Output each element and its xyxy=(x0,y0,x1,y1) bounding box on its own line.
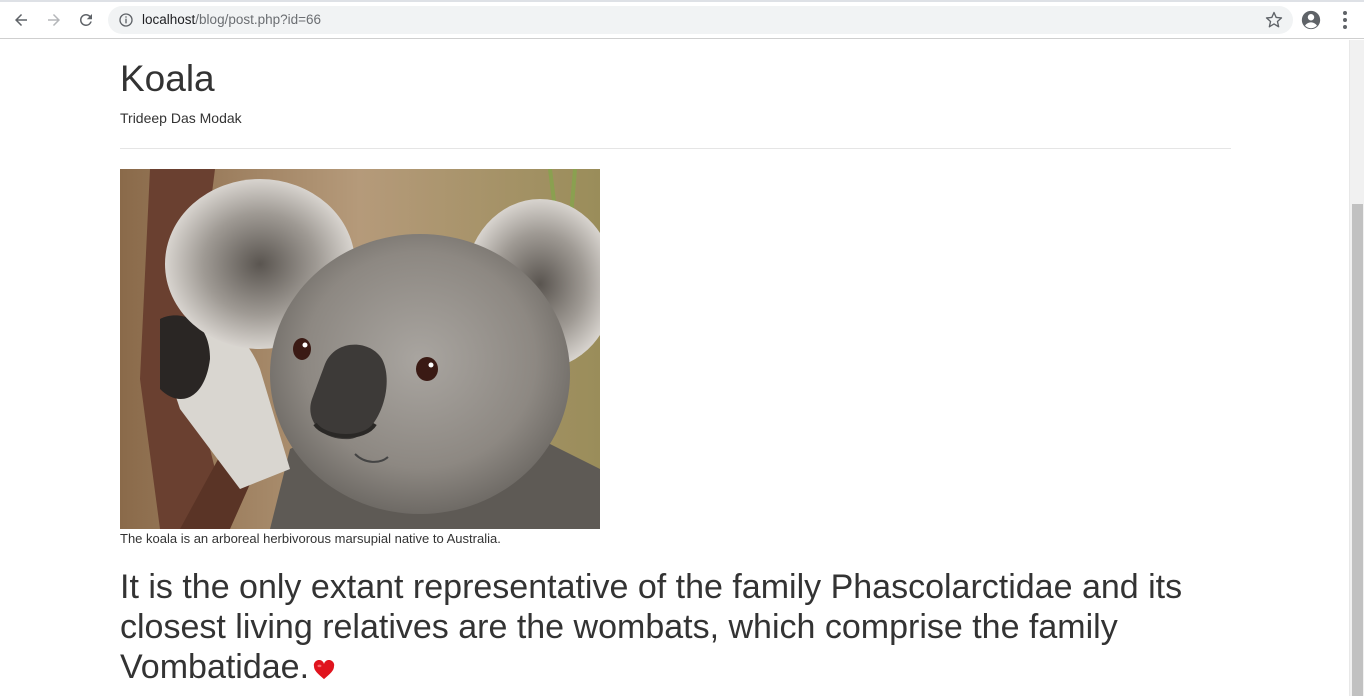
post-title: Koala xyxy=(120,58,215,99)
reload-icon xyxy=(80,13,92,26)
vertical-scrollbar[interactable] xyxy=(1349,40,1364,696)
back-button[interactable] xyxy=(7,6,35,34)
image-caption: The koala is an arboreal herbivorous mar… xyxy=(120,531,501,546)
reload-button[interactable] xyxy=(72,6,100,34)
tab-strip-edge xyxy=(0,0,1364,2)
koala-image xyxy=(120,169,600,529)
kebab-menu-icon[interactable] xyxy=(1336,9,1354,31)
divider xyxy=(120,148,1231,149)
star-icon[interactable] xyxy=(1265,11,1283,29)
post-author: Trideep Das Modak xyxy=(120,110,242,126)
browser-toolbar: localhost/blog/post.php?id=66 xyxy=(0,0,1364,39)
scrollbar-thumb[interactable] xyxy=(1352,204,1363,696)
url-host: localhost xyxy=(142,12,196,27)
url-text[interactable]: localhost/blog/post.php?id=66 xyxy=(142,12,321,28)
forward-button[interactable] xyxy=(40,6,68,34)
info-icon[interactable] xyxy=(118,12,134,28)
red-heart-icon xyxy=(313,660,335,680)
koala-photo xyxy=(120,169,600,529)
post-body: It is the only extant representative of … xyxy=(120,567,1231,687)
address-bar[interactable]: localhost/blog/post.php?id=66 xyxy=(108,6,1293,34)
url-path: /blog/post.php?id=66 xyxy=(195,12,322,27)
account-circle-icon[interactable] xyxy=(1300,9,1322,31)
back-arrow-icon xyxy=(15,14,27,26)
forward-arrow-icon xyxy=(48,14,60,26)
post-body-text: It is the only extant representative of … xyxy=(120,568,1183,686)
